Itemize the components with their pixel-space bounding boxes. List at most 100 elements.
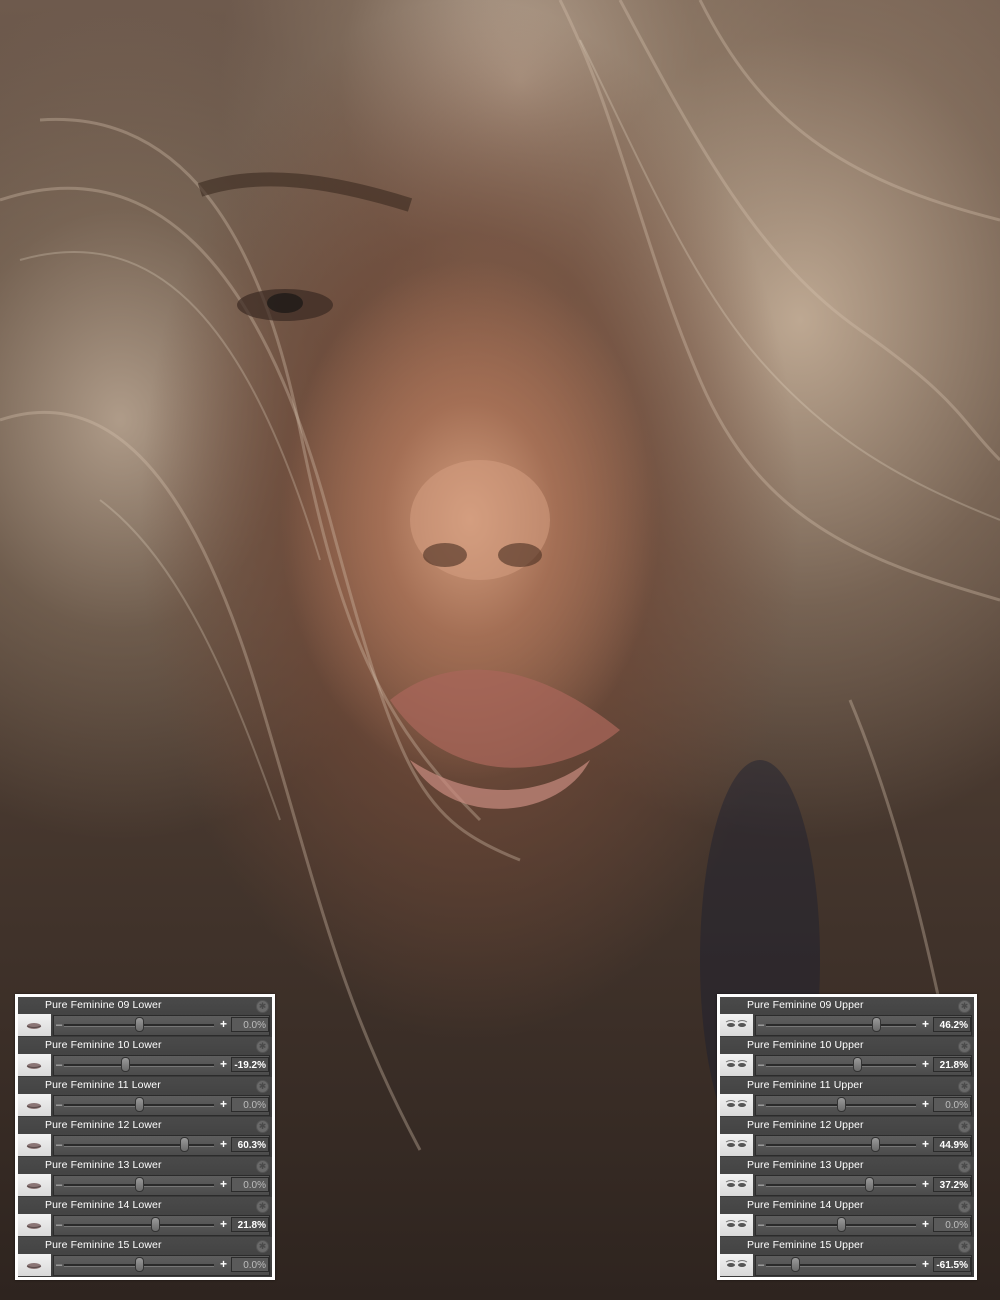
slider-value-field[interactable]: 0.0% (231, 1097, 269, 1112)
slider-knob[interactable] (120, 1057, 130, 1072)
slider-value-field[interactable]: 21.8% (933, 1057, 971, 1072)
minus-icon[interactable]: – (758, 1220, 764, 1231)
plus-icon[interactable]: + (220, 1058, 227, 1070)
plus-icon[interactable]: + (220, 1178, 227, 1190)
slider-row: Pure Feminine 11 Upper ✱ – + 0.0% (720, 1077, 974, 1117)
minus-icon[interactable]: – (758, 1100, 764, 1111)
mouth-thumbnail-icon (18, 1254, 51, 1276)
slider-value-field[interactable]: 0.0% (231, 1177, 269, 1192)
gear-icon[interactable]: ✱ (256, 1000, 269, 1013)
minus-icon[interactable]: – (758, 1060, 764, 1071)
slider-track[interactable] (64, 1224, 214, 1227)
slider-label: Pure Feminine 14 Lower (45, 1199, 162, 1211)
minus-icon[interactable]: – (56, 1180, 62, 1191)
mouth-thumbnail-icon (18, 1174, 51, 1196)
slider-knob[interactable] (870, 1137, 880, 1152)
slider-value-field[interactable]: 46.2% (933, 1017, 971, 1032)
upper-morph-slider-panel: Pure Feminine 09 Upper ✱ – + 46.2% Pure … (717, 994, 977, 1280)
plus-icon[interactable]: + (220, 1138, 227, 1150)
plus-icon[interactable]: + (922, 1018, 929, 1030)
eyes-thumbnail-icon (720, 1254, 753, 1276)
plus-icon[interactable]: + (220, 1218, 227, 1230)
minus-icon[interactable]: – (56, 1220, 62, 1231)
slider-value-field[interactable]: 37.2% (933, 1177, 971, 1192)
plus-icon[interactable]: + (922, 1218, 929, 1230)
slider-value-field[interactable]: 44.9% (933, 1137, 971, 1152)
slider-knob[interactable] (871, 1017, 881, 1032)
slider-knob[interactable] (135, 1257, 144, 1272)
slider-row: Pure Feminine 12 Upper ✱ – + 44.9% (720, 1117, 974, 1157)
slider-label: Pure Feminine 13 Upper (747, 1159, 864, 1171)
slider-row: Pure Feminine 13 Lower ✱ – + 0.0% (18, 1157, 272, 1197)
slider-knob[interactable] (790, 1257, 800, 1272)
slider-track[interactable] (766, 1264, 916, 1267)
gear-icon[interactable]: ✱ (256, 1160, 269, 1173)
slider-track[interactable] (64, 1144, 214, 1147)
minus-icon[interactable]: – (56, 1020, 62, 1031)
gear-icon[interactable]: ✱ (958, 1160, 971, 1173)
slider-value-field[interactable]: -19.2% (231, 1057, 269, 1072)
gear-icon[interactable]: ✱ (958, 1000, 971, 1013)
minus-icon[interactable]: – (56, 1260, 62, 1271)
slider-knob[interactable] (151, 1217, 161, 1232)
gear-icon[interactable]: ✱ (958, 1120, 971, 1133)
slider-value-field[interactable]: 0.0% (933, 1217, 971, 1232)
minus-icon[interactable]: – (758, 1140, 764, 1151)
slider-knob[interactable] (180, 1137, 190, 1152)
plus-icon[interactable]: + (220, 1098, 227, 1110)
gear-icon[interactable]: ✱ (958, 1080, 971, 1093)
slider-value-field[interactable]: 0.0% (231, 1257, 269, 1272)
slider-knob[interactable] (864, 1177, 874, 1192)
minus-icon[interactable]: – (56, 1140, 62, 1151)
slider-track[interactable] (64, 1064, 214, 1067)
slider-row: Pure Feminine 12 Lower ✱ – + 60.3% (18, 1117, 272, 1157)
slider-value-field[interactable]: 60.3% (231, 1137, 269, 1152)
slider-value-field[interactable]: 0.0% (933, 1097, 971, 1112)
gear-icon[interactable]: ✱ (958, 1200, 971, 1213)
minus-icon[interactable]: – (758, 1020, 764, 1031)
mouth-thumbnail-icon (18, 1214, 51, 1236)
gear-icon[interactable]: ✱ (256, 1040, 269, 1053)
slider-knob[interactable] (135, 1097, 144, 1112)
slider-track[interactable] (766, 1184, 916, 1187)
eyes-thumbnail-icon (720, 1054, 753, 1076)
slider-value-field[interactable]: 0.0% (231, 1017, 269, 1032)
slider-row: Pure Feminine 09 Upper ✱ – + 46.2% (720, 997, 974, 1037)
gear-icon[interactable]: ✱ (256, 1240, 269, 1253)
slider-knob[interactable] (135, 1017, 144, 1032)
plus-icon[interactable]: + (922, 1098, 929, 1110)
minus-icon[interactable]: – (758, 1180, 764, 1191)
slider-label: Pure Feminine 10 Lower (45, 1039, 162, 1051)
slider-knob[interactable] (837, 1217, 846, 1232)
slider-track[interactable] (766, 1064, 916, 1067)
slider-knob[interactable] (135, 1177, 144, 1192)
slider-row: Pure Feminine 10 Upper ✱ – + 21.8% (720, 1037, 974, 1077)
plus-icon[interactable]: + (220, 1258, 227, 1270)
slider-label: Pure Feminine 09 Lower (45, 999, 162, 1011)
slider-value-field[interactable]: 21.8% (231, 1217, 269, 1232)
slider-label: Pure Feminine 13 Lower (45, 1159, 162, 1171)
minus-icon[interactable]: – (56, 1060, 62, 1071)
slider-value-field[interactable]: -61.5% (933, 1257, 971, 1272)
mouth-thumbnail-icon (18, 1094, 51, 1116)
slider-row: Pure Feminine 11 Lower ✱ – + 0.0% (18, 1077, 272, 1117)
gear-icon[interactable]: ✱ (958, 1240, 971, 1253)
gear-icon[interactable]: ✱ (256, 1080, 269, 1093)
slider-label: Pure Feminine 12 Upper (747, 1119, 864, 1131)
slider-knob[interactable] (837, 1097, 846, 1112)
gear-icon[interactable]: ✱ (256, 1120, 269, 1133)
slider-track[interactable] (766, 1144, 916, 1147)
slider-knob[interactable] (853, 1057, 863, 1072)
plus-icon[interactable]: + (922, 1138, 929, 1150)
plus-icon[interactable]: + (922, 1178, 929, 1190)
eyes-thumbnail-icon (720, 1214, 753, 1236)
minus-icon[interactable]: – (758, 1260, 764, 1271)
slider-track[interactable] (766, 1024, 916, 1027)
plus-icon[interactable]: + (922, 1058, 929, 1070)
plus-icon[interactable]: + (220, 1018, 227, 1030)
plus-icon[interactable]: + (922, 1258, 929, 1270)
gear-icon[interactable]: ✱ (256, 1200, 269, 1213)
minus-icon[interactable]: – (56, 1100, 62, 1111)
slider-label: Pure Feminine 11 Lower (45, 1079, 161, 1091)
gear-icon[interactable]: ✱ (958, 1040, 971, 1053)
